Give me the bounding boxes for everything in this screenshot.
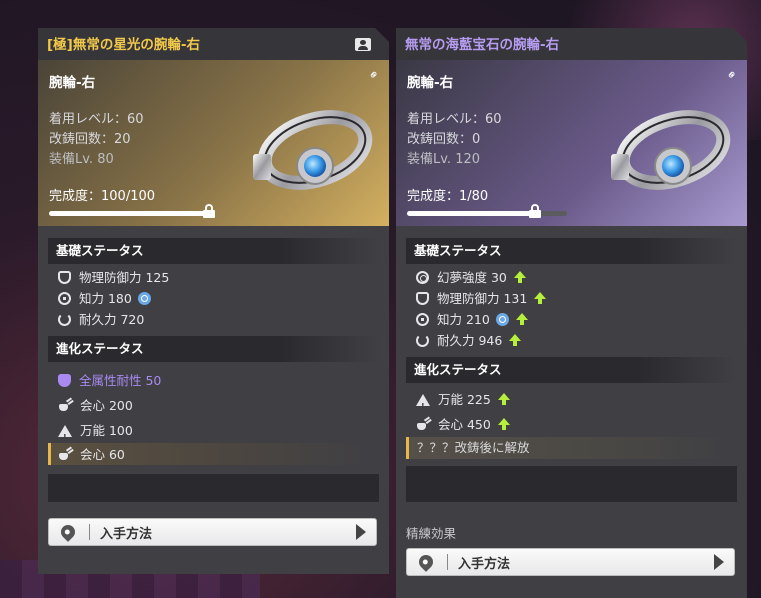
stat-row: 物理防御力 125	[48, 267, 379, 288]
stat-text: 知力 210	[437, 312, 490, 327]
location-pin-icon	[416, 552, 436, 572]
stat-row: 物理防御力 131	[406, 288, 737, 309]
stat-text: 耐久力 720	[79, 312, 145, 327]
completion-bar-fill	[407, 211, 532, 216]
dream-icon	[416, 271, 429, 284]
stat-text: 知力 180	[79, 291, 132, 306]
versatility-icon	[416, 394, 430, 406]
stat-row: 幻夢強度 30	[406, 267, 737, 288]
item-slot: 腕輪-右	[49, 75, 96, 91]
base-stats-section: 基礎ステータス 物理防御力 125 知力 180 耐久力 720	[48, 238, 379, 330]
location-pin-icon	[58, 522, 78, 542]
upgrade-arrow-icon	[498, 393, 510, 400]
stat-row: 全属性耐性 50	[48, 368, 379, 393]
item-title: 無常の海藍宝石の腕輪-右	[396, 28, 747, 60]
stat-row: 会心 450	[406, 412, 737, 437]
base-stats-header: 基礎ステータス	[48, 238, 379, 264]
divider	[89, 524, 90, 540]
lock-icon	[203, 204, 215, 218]
stat-row: 知力 180	[48, 288, 379, 309]
profile-card-icon[interactable]	[355, 38, 371, 51]
intellect-icon	[58, 292, 71, 305]
stat-text: 物理防御力 125	[79, 270, 170, 285]
stat-text: 全属性耐性 50	[79, 373, 162, 388]
completion-text: 完成度：1/80	[407, 189, 489, 204]
crit-icon	[416, 418, 430, 431]
stat-text: 物理防御力 131	[437, 291, 528, 306]
stat-text: 会心 450	[438, 417, 491, 432]
stat-row: 万能 100	[48, 418, 379, 443]
completion-bar	[407, 211, 567, 216]
versatility-icon	[58, 425, 72, 437]
stat-row: 耐久力 946	[406, 330, 737, 351]
chevron-right-icon	[356, 524, 366, 540]
divider	[447, 554, 448, 570]
stat-text: 耐久力 946	[437, 333, 503, 348]
shield-icon	[416, 292, 429, 305]
completion-bar	[49, 211, 209, 216]
item-slot: 腕輪-右	[407, 75, 454, 91]
item-hero: 腕輪-右 着用レベル：60 改鋳回数：0 装備Lv. 120 ⚭ 完成度：1/8…	[396, 60, 747, 226]
acquire-method-label: 入手方法	[458, 556, 511, 572]
stat-text: 幻夢強度 30	[437, 270, 507, 285]
stat-row: 耐久力 720	[48, 309, 379, 330]
acquire-method-button[interactable]: 入手方法	[406, 548, 735, 576]
upgrade-arrow-icon	[498, 418, 510, 425]
stat-text: 万能 225	[438, 392, 491, 407]
crit-icon	[58, 448, 72, 461]
empty-slot-bar	[406, 466, 737, 502]
crit-icon	[58, 399, 72, 412]
compared-item-card: 無常の海藍宝石の腕輪-右 腕輪-右 着用レベル：60 改鋳回数：0 装備Lv. …	[396, 28, 747, 598]
item-title-text: 無常の海藍宝石の腕輪-右	[405, 37, 560, 53]
stat-row: 万能 225	[406, 387, 737, 412]
chevron-right-icon	[714, 554, 724, 570]
completion-text: 完成度：100/100	[49, 189, 156, 204]
refine-effect-label: 精練効果	[406, 526, 457, 541]
adv-stats-header: 進化ステータス	[406, 357, 737, 383]
upgrade-arrow-icon	[509, 334, 521, 341]
equipped-item-card: [極]無常の星光の腕輪-右 腕輪-右 着用レベル：60 改鋳回数：20 装備Lv…	[38, 28, 389, 574]
durability-icon	[416, 334, 429, 347]
upgrade-arrow-icon	[516, 313, 528, 320]
item-title-text: [極]無常の星光の腕輪-右	[47, 37, 200, 53]
upgrade-arrow-icon	[534, 292, 546, 299]
acquire-method-label: 入手方法	[100, 526, 153, 542]
intellect-icon	[416, 313, 429, 326]
stat-row: 知力 210	[406, 309, 737, 330]
shield-icon	[58, 271, 71, 284]
stat-row-highlighted: 会心 60	[48, 443, 379, 465]
resist-icon	[58, 374, 71, 387]
stat-text: 会心 60	[80, 446, 125, 462]
stat-text: 会心 200	[80, 398, 133, 413]
bubble-icon	[496, 313, 509, 326]
empty-slot-bar	[48, 474, 379, 502]
item-title: [極]無常の星光の腕輪-右	[38, 28, 389, 60]
stat-text: 万能 100	[80, 423, 133, 438]
stat-row: 会心 200	[48, 393, 379, 418]
base-stats-section: 基礎ステータス 幻夢強度 30 物理防御力 131 知力 210 耐久力 946	[406, 238, 737, 351]
upgrade-arrow-icon	[514, 271, 526, 278]
bracelet-image	[243, 102, 373, 202]
item-hero: 腕輪-右 着用レベル：60 改鋳回数：20 装備Lv. 80 ⚭ 完成度：100…	[38, 60, 389, 226]
locked-stat-row: ？？？改鋳後に解放	[406, 437, 737, 459]
adv-stats-section: 進化ステータス 万能 225 会心 450 ？？？改鋳後に解放	[406, 357, 737, 459]
base-stats-header: 基礎ステータス	[406, 238, 737, 264]
bracelet-image	[601, 102, 731, 202]
bubble-icon	[138, 292, 151, 305]
completion-bar-fill	[49, 211, 209, 216]
acquire-method-button[interactable]: 入手方法	[48, 518, 377, 546]
adv-stats-section: 進化ステータス 全属性耐性 50 会心 200 万能 100 会心 60	[48, 336, 379, 465]
lock-icon	[529, 204, 541, 218]
durability-icon	[58, 313, 71, 326]
adv-stats-header: 進化ステータス	[48, 336, 379, 362]
